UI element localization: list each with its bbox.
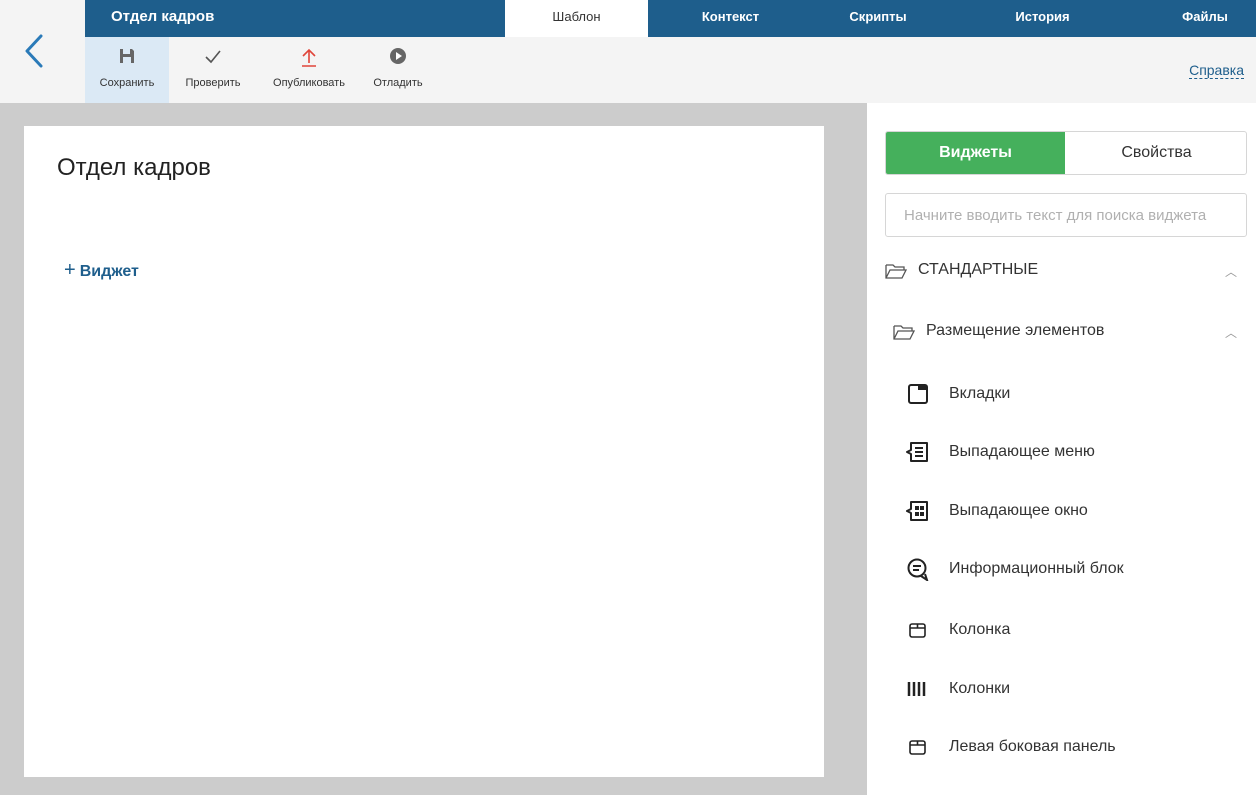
widget-item-dropdown-menu[interactable]: Выпадающее меню bbox=[905, 437, 1245, 467]
tab-template[interactable]: Шаблон bbox=[505, 0, 648, 37]
plus-icon: + bbox=[64, 259, 76, 281]
folder-open-icon bbox=[885, 264, 907, 279]
dropdown-window-icon bbox=[906, 501, 928, 521]
save-icon bbox=[85, 47, 169, 69]
folder-open-icon bbox=[893, 325, 915, 340]
tab-files[interactable]: Файлы bbox=[1160, 0, 1250, 37]
widget-item-columns[interactable]: Колонки bbox=[905, 674, 1245, 704]
widget-item-info-block[interactable]: Информационный блок bbox=[905, 554, 1245, 584]
widget-item-label: Колонка bbox=[949, 621, 1011, 638]
chevron-up-icon[interactable]: ︿ bbox=[1225, 324, 1237, 341]
play-icon bbox=[365, 47, 431, 69]
left-sidebar-icon bbox=[909, 740, 926, 755]
panel-tab-switch: Виджеты Свойства bbox=[885, 131, 1247, 175]
check-button[interactable]: Проверить bbox=[175, 37, 251, 103]
debug-button[interactable]: Отладить bbox=[365, 37, 431, 103]
tab-scripts[interactable]: Скрипты bbox=[813, 0, 943, 37]
page-canvas: Отдел кадров + Виджет bbox=[24, 126, 824, 777]
tabs-icon bbox=[908, 384, 928, 404]
back-area bbox=[0, 0, 85, 103]
check-label: Проверить bbox=[185, 77, 241, 89]
column-icon bbox=[909, 623, 926, 638]
tab-context[interactable]: Контекст bbox=[648, 0, 813, 37]
publish-label: Опубликовать bbox=[273, 77, 345, 89]
widget-item-label: Выпадающее меню bbox=[949, 443, 1095, 460]
tab-history[interactable]: История bbox=[980, 0, 1105, 37]
widgets-panel: Виджеты Свойства СТАНДАРТНЫЕ ︿ Размещени… bbox=[867, 103, 1256, 795]
app-title: Отдел кадров bbox=[111, 8, 215, 25]
checkmark-icon bbox=[175, 47, 251, 69]
publish-button[interactable]: Опубликовать bbox=[261, 37, 357, 103]
dropdown-menu-icon bbox=[906, 442, 928, 462]
group-standard-label: СТАНДАРТНЫЕ bbox=[918, 261, 1039, 278]
widget-item-label: Информационный блок bbox=[949, 560, 1124, 577]
widget-item-dropdown-window[interactable]: Выпадающее окно bbox=[905, 496, 1245, 526]
chevron-up-icon[interactable]: ︿ bbox=[1225, 263, 1237, 280]
add-widget-button[interactable]: + Виджет bbox=[64, 259, 139, 282]
columns-icon bbox=[907, 682, 926, 696]
widget-item-label: Левая боковая панель bbox=[949, 738, 1116, 755]
back-arrow-icon[interactable] bbox=[22, 33, 46, 69]
page-title: Отдел кадров bbox=[57, 154, 211, 181]
widget-item-label: Выпадающее окно bbox=[949, 502, 1088, 519]
help-link[interactable]: Справка bbox=[1189, 62, 1244, 79]
debug-label: Отладить bbox=[373, 77, 423, 89]
add-widget-label: Виджет bbox=[79, 263, 139, 280]
publish-icon bbox=[261, 47, 357, 69]
widget-item-column[interactable]: Колонка bbox=[905, 615, 1245, 645]
subgroup-layout-label: Размещение элементов bbox=[926, 322, 1105, 339]
widget-search-input[interactable] bbox=[885, 193, 1247, 237]
info-block-icon bbox=[907, 558, 929, 581]
widget-item-left-sidebar[interactable]: Левая боковая панель bbox=[905, 732, 1245, 762]
save-button[interactable]: Сохранить bbox=[85, 37, 169, 103]
widget-item-tabs[interactable]: Вкладки bbox=[905, 379, 1245, 409]
save-label: Сохранить bbox=[99, 77, 155, 89]
tab-properties[interactable]: Свойства bbox=[1065, 132, 1246, 174]
toolbar: Сохранить Проверить Опубликовать Отладит… bbox=[85, 37, 1256, 103]
widget-item-label: Колонки bbox=[949, 680, 1011, 697]
tab-widgets[interactable]: Виджеты bbox=[886, 132, 1065, 174]
widget-item-label: Вкладки bbox=[949, 385, 1011, 402]
